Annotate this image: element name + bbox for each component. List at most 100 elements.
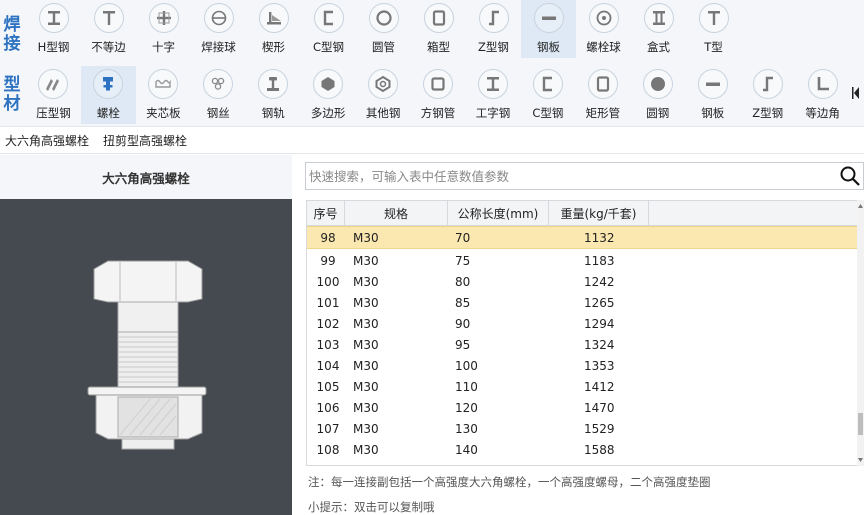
table-row[interactable]: 98 M30 70 1132 (307, 226, 857, 249)
toolbar-item-label: 矩形管 (585, 106, 621, 120)
column-header-weight[interactable]: 重量(kg/千套) (549, 201, 649, 226)
toolbar-item-square-tube[interactable]: 方钢管 (411, 66, 466, 124)
cell-index: 101 (316, 295, 340, 310)
cell-length: 70 (455, 230, 471, 245)
toolbar-item-rect-tube[interactable]: 矩形管 (575, 66, 630, 124)
toolbar-item-label: 十字 (152, 40, 175, 54)
toolbar-item-c-channel[interactable]: C型钢 (520, 66, 575, 124)
search-input[interactable] (306, 163, 837, 189)
table-row[interactable]: 100 M30 80 1242 (307, 271, 857, 292)
table-row[interactable]: 99 M30 75 1183 (307, 250, 857, 271)
toolbar-item-welded-ball[interactable]: 焊接球 (191, 0, 246, 58)
cell-index: 99 (320, 253, 336, 268)
toolbar-item-other-steel[interactable]: 其他钢 (356, 66, 411, 124)
toolbar-item-round-pipe[interactable]: 圆管 (356, 0, 411, 58)
toolbar-item-c-channel[interactable]: C型钢 (301, 0, 356, 58)
table-row[interactable]: 108 M30 140 1588 (307, 439, 857, 460)
table-row[interactable]: 104 M30 100 1353 (307, 355, 857, 376)
toolbar-item-label: C型钢 (312, 40, 345, 54)
tab-large-hex-bolt[interactable]: 大六角高强螺栓 (5, 132, 89, 149)
toolbar-item-equal-angle[interactable]: 等边角 (795, 66, 850, 124)
rect-tube-icon (587, 69, 618, 99)
steel-wire-icon (203, 69, 234, 99)
round-pipe-icon (368, 3, 399, 33)
welded-ball-icon (203, 3, 234, 33)
cell-weight: 1324 (584, 337, 615, 352)
table-body: 98 M30 70 1132 99 M30 75 1183 100 M30 80 1242 101 M30… (307, 226, 857, 460)
toolbar-item-rail[interactable]: 钢轨 (246, 66, 301, 124)
toolbar-item-box-section[interactable]: 箱型 (411, 0, 466, 58)
toolbar-item-h-beam[interactable]: H型钢 (26, 0, 81, 58)
toolbar-item-t-section[interactable]: T型 (686, 0, 741, 58)
scroll-down-icon[interactable] (857, 456, 864, 464)
table-row[interactable]: 103 M30 95 1324 (307, 334, 857, 355)
toolbar-item-label: 钢板 (537, 40, 560, 54)
cell-spec: M30 (353, 316, 379, 331)
toolbar-item-cross[interactable]: 十字 (136, 0, 191, 58)
column-header-spec[interactable]: 规格 (345, 201, 448, 226)
steel-plate-icon (697, 69, 728, 99)
toolbar-row-welded: H型钢 不等边 十字 焊接球 楔形 C型钢 圆管 箱型 Z型钢 钢板 螺栓球 盒式 T型 (26, 0, 850, 60)
cell-index: 107 (316, 421, 340, 436)
toolbar-item-label: 其他钢 (365, 106, 401, 120)
toolbar-item-round-bar[interactable]: 圆钢 (630, 66, 685, 124)
toolbar-item-steel-plate[interactable]: 钢板 (685, 66, 740, 124)
cell-weight: 1183 (584, 253, 615, 268)
c-channel-icon (313, 3, 344, 33)
tab-torsion-shear-bolt[interactable]: 扭剪型高强螺栓 (103, 132, 187, 149)
cell-weight: 1529 (584, 421, 615, 436)
h-beam-icon (38, 3, 69, 33)
wedge-icon (258, 3, 289, 33)
scrollbar-thumb[interactable] (858, 413, 863, 435)
toolbar-item-z-section[interactable]: Z型钢 (466, 0, 521, 58)
toolbar-item-steel-wire[interactable]: 钢丝 (191, 66, 246, 124)
search-box (305, 162, 864, 190)
table-scrollbar[interactable] (857, 200, 864, 466)
cell-length: 110 (455, 379, 478, 394)
toolbar-item-i-beam[interactable]: 工字钢 (466, 66, 521, 124)
toolbar-item-label: 圆钢 (646, 106, 670, 120)
toolbar-item-bolt-ball[interactable]: 螺栓球 (576, 0, 631, 58)
search-icon[interactable] (837, 163, 863, 189)
cell-index: 106 (316, 400, 340, 415)
scroll-up-icon[interactable] (857, 202, 864, 210)
cell-weight: 1265 (584, 295, 615, 310)
cell-length: 100 (455, 358, 478, 373)
cell-spec: M30 (353, 400, 379, 415)
toolbar-item-steel-plate[interactable]: 钢板 (521, 0, 576, 58)
toolbar-item-profiled-steel[interactable]: 压型钢 (26, 66, 81, 124)
column-header-index[interactable]: 序号 (307, 201, 345, 226)
profile-toolbar: 焊接 型材 H型钢 不等边 十字 焊接球 楔形 C型钢 圆管 箱型 Z型钢 钢板 螺栓球 盒式 T型 压… (0, 0, 864, 127)
toolbar-item-label: 螺栓球 (586, 40, 621, 54)
cell-length: 130 (455, 421, 478, 436)
toolbar-item-wedge[interactable]: 楔形 (246, 0, 301, 58)
box-section-icon (423, 3, 454, 33)
cell-spec: M30 (353, 295, 379, 310)
toolbar-item-label: 螺栓 (96, 106, 120, 120)
rail-icon (258, 69, 289, 99)
table-row[interactable]: 105 M30 110 1412 (307, 376, 857, 397)
toolbar-item-label: 压型钢 (36, 106, 71, 120)
column-header-length[interactable]: 公称长度(mm) (448, 201, 549, 226)
cell-index: 108 (316, 442, 340, 457)
table-row[interactable]: 102 M30 90 1294 (307, 313, 857, 334)
toolbar-item-unequal-angle[interactable]: 不等边 (81, 0, 136, 58)
toolbar-item-box-type[interactable]: 盒式 (631, 0, 686, 58)
toolbar-item-label: 方钢管 (420, 106, 456, 120)
bolt-drawing-icon (87, 260, 207, 450)
cell-index: 104 (316, 358, 340, 373)
toolbar-item-sandwich-panel[interactable]: 夹芯板 (136, 66, 191, 124)
toolbar-item-z-section[interactable]: Z型钢 (740, 66, 795, 124)
cell-index: 105 (316, 379, 340, 394)
table-row[interactable]: 106 M30 120 1470 (307, 397, 857, 418)
scroll-left-arrow-icon[interactable] (852, 86, 860, 100)
table-row[interactable]: 107 M30 130 1529 (307, 418, 857, 439)
i-beam-icon (477, 69, 508, 99)
footnote: 注：每一连接副包括一个高强度大六角螺栓，一个高强度螺母，二个高强度垫圈 (308, 475, 711, 489)
cell-weight: 1588 (584, 442, 615, 457)
cell-length: 90 (455, 316, 471, 331)
toolbar-item-polygon[interactable]: 多边形 (301, 66, 356, 124)
cell-spec: M30 (353, 379, 379, 394)
toolbar-item-bolt[interactable]: 螺栓 (80, 66, 136, 124)
table-row[interactable]: 101 M30 85 1265 (307, 292, 857, 313)
